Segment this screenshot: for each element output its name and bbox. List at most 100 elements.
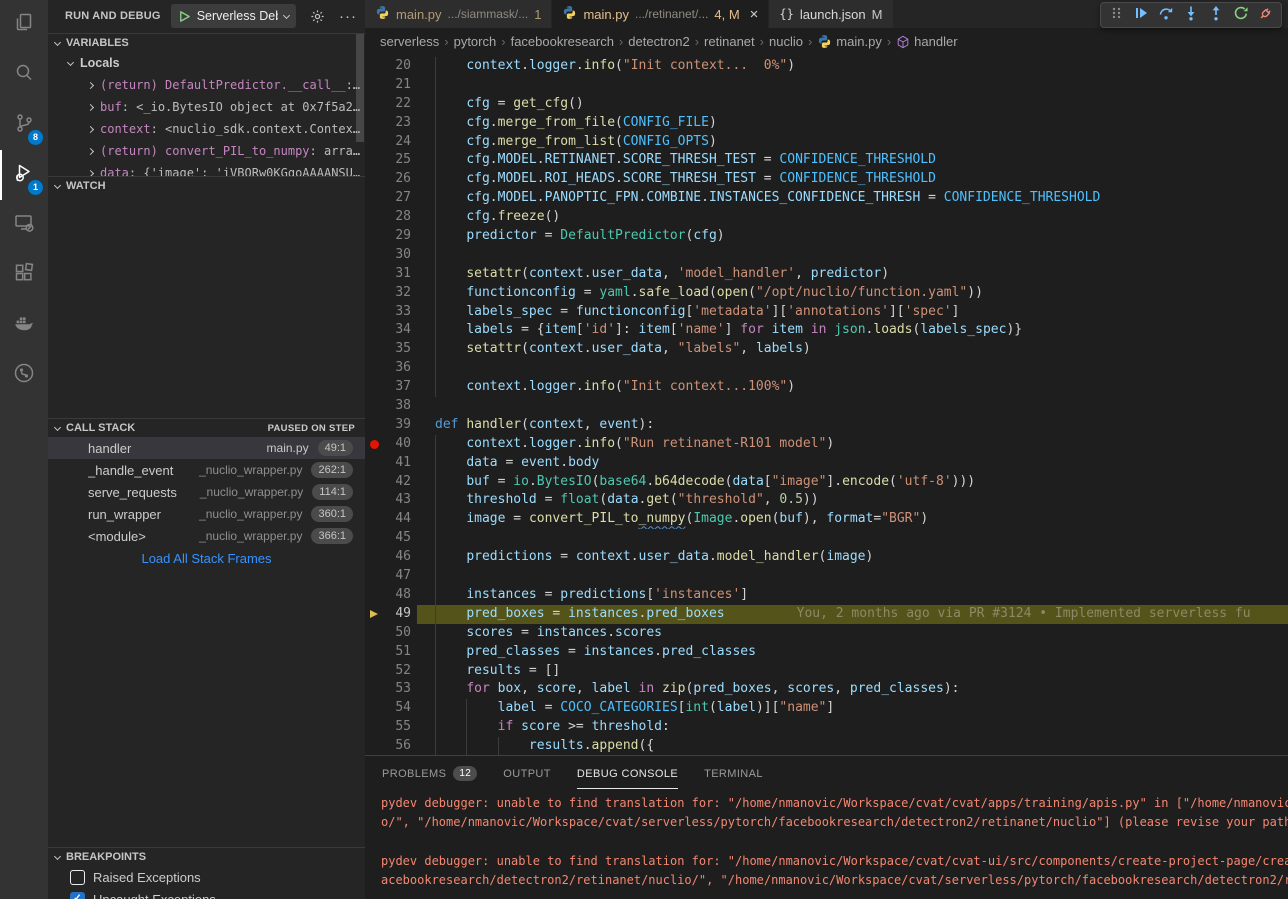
gutter: 51 [365,643,417,662]
step-over-button[interactable] [1155,4,1177,26]
restart-button[interactable] [1230,4,1252,26]
variable-text: data: {'image': 'iVBORw0KGgoAAAANSUhE… [100,162,361,176]
line-number: 52 [383,662,417,681]
indent-guide [435,699,436,718]
variable-row[interactable]: context: <nuclio_sdk.context.Context obj… [48,118,365,140]
breadcrumb-item-pytorch[interactable]: pytorch [454,34,497,49]
step-out-button[interactable] [1205,4,1227,26]
launch-config-picker[interactable]: Serverless Debu [171,4,296,28]
variable-row[interactable]: data: {'image': 'iVBORw0KGgoAAAANSUhE… [48,162,365,176]
checkbox[interactable]: ✓ [70,892,85,899]
gutter: 49 [365,605,417,624]
breadcrumb-item-main-py[interactable]: main.py [817,34,882,49]
editor-line: 55 if score >= threshold: [365,718,1288,737]
watch-section-header[interactable]: WATCH [48,176,365,195]
stack-frame[interactable]: <module>_nuclio_wrapper.py366:1 [48,525,365,547]
chevron-right-icon [87,103,94,110]
line-number: 41 [383,454,417,473]
code-line-content: results = [] [417,662,1288,681]
variable-row[interactable]: (return) convert_PIL_to_numpy: array([[[… [48,140,365,162]
breadcrumb-item-facebookresearch[interactable]: facebookresearch [511,34,614,49]
code-line-content [417,246,1288,265]
panel-tab-output[interactable]: OUTPUT [503,756,551,790]
stack-frame[interactable]: run_wrapper_nuclio_wrapper.py360:1 [48,503,365,525]
gutter: 44 [365,510,417,529]
code-line-content: context.logger.info("Run retinanet-R101 … [417,435,1288,454]
activity-item-explorer[interactable] [0,0,48,50]
load-all-stack-frames-link[interactable]: Load All Stack Frames [48,547,365,571]
tab-filename: main.py [583,7,629,22]
code-text: cfg.freeze() [435,209,560,224]
gutter-margin [365,529,383,548]
breakpoint-row: Raised Exceptions [48,866,365,888]
tab-main-py-1[interactable]: main.py.../retinanet/...4, M× [552,0,769,28]
gutter: 26 [365,170,417,189]
gutter-margin [365,246,383,265]
panel-tab-debug-console[interactable]: DEBUG CONSOLE [577,756,678,790]
activity-badge: 8 [28,130,43,145]
stack-frame[interactable]: serve_requests_nuclio_wrapper.py114:1 [48,481,365,503]
panel-tab-terminal[interactable]: TERMINAL [704,756,763,790]
current-step-gutter[interactable] [365,605,383,624]
checkbox[interactable] [70,870,85,885]
variables-scope-locals[interactable]: Locals [48,52,365,74]
chevron-down-icon [283,11,290,18]
activity-item-remote[interactable] [0,200,48,250]
breadcrumb-item-retinanet[interactable]: retinanet [704,34,755,49]
activity-item-search[interactable] [0,50,48,100]
console-line [381,832,1288,851]
breakpoint-gutter[interactable] [365,435,383,454]
gutter-margin [365,737,383,755]
step-into-icon [1183,5,1199,26]
continue-button[interactable] [1130,4,1152,26]
tab-decoration-badge: 1 [534,7,541,22]
close-icon[interactable]: × [750,7,759,22]
breadcrumb-item-detectron2[interactable]: detectron2 [628,34,689,49]
code-line-content: data = event.body [417,454,1288,473]
code-text: if score >= threshold: [435,719,670,734]
variables-section-header[interactable]: VARIABLES [48,33,365,52]
sidebar-scrollbar[interactable] [356,34,364,142]
activity-item-source-control[interactable]: 8 [0,100,48,150]
disconnect-button[interactable] [1255,4,1277,26]
variable-row[interactable]: buf: <_io.BytesIO object at 0x7f5a2dc1ec… [48,96,365,118]
indent-guide [435,95,436,114]
breadcrumb-label: retinanet [704,34,755,49]
editor-line: 26 cfg.MODEL.ROI_HEADS.SCORE_THRESH_TEST… [365,170,1288,189]
tab-main-py-0[interactable]: main.py.../siammask/...1 [365,0,552,28]
activity-item-git-graph[interactable] [0,350,48,400]
code-line-content [417,359,1288,378]
editor-tab-bar: main.py.../siammask/...1main.py.../retin… [365,0,1288,28]
activity-item-docker[interactable] [0,300,48,350]
activity-item-extensions[interactable] [0,250,48,300]
line-number: 38 [383,397,417,416]
line-number: 27 [383,189,417,208]
stack-frame[interactable]: handlermain.py49:1 [48,437,365,459]
more-actions-icon[interactable]: ··· [339,8,357,25]
gutter: 32 [365,284,417,303]
variable-row[interactable]: (return) DefaultPredictor.__call__: {'in… [48,74,365,96]
breadcrumb-separator: › [808,34,812,49]
panel-tab-problems[interactable]: PROBLEMS12 [382,756,477,790]
python-icon [817,34,832,49]
editor-line: 50 scores = instances.scores [365,624,1288,643]
explorer-icon [12,11,36,40]
breadcrumb-item-handler[interactable]: handler [896,34,957,49]
activity-item-run-debug[interactable]: 1 [0,150,48,200]
breakpoints-section-header[interactable]: BREAKPOINTS [48,847,365,866]
debug-toolbar [1100,2,1282,28]
breadcrumb-item-serverless[interactable]: serverless [380,34,439,49]
code-line-content: context.logger.info("Init context... 0%"… [417,57,1288,76]
tab-launch-json-2[interactable]: {}launch.jsonM [769,0,893,28]
indent-guide [435,454,436,473]
gutter-margin [365,473,383,492]
step-into-button[interactable] [1180,4,1202,26]
stack-frame[interactable]: _handle_event_nuclio_wrapper.py262:1 [48,459,365,481]
call-stack-section-header[interactable]: CALL STACK PAUSED ON STEP [48,418,365,437]
gutter-margin [365,359,383,378]
settings-gear-icon[interactable] [310,9,325,24]
code-line-content: image = convert_PIL_to_numpy(Image.open(… [417,510,1288,529]
code-line-content: cfg.freeze() [417,208,1288,227]
gutter: 35 [365,340,417,359]
breadcrumb-item-nuclio[interactable]: nuclio [769,34,803,49]
